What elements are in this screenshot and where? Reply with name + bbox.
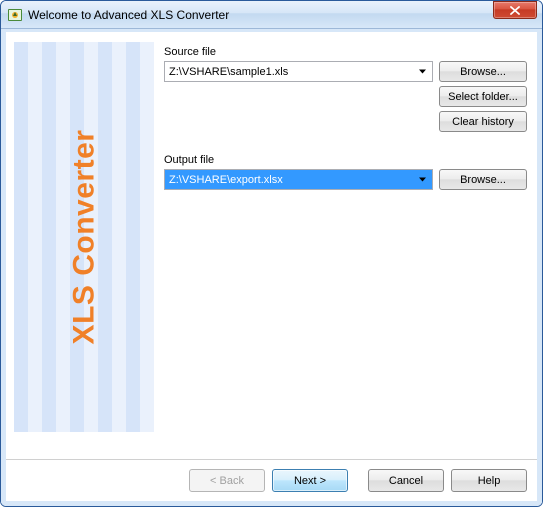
chevron-down-icon	[415, 63, 430, 80]
window-title: Welcome to Advanced XLS Converter	[28, 8, 540, 22]
source-file-value: Z:\VSHARE\sample1.xls	[169, 66, 288, 78]
clear-history-button[interactable]: Clear history	[439, 111, 527, 132]
output-browse-button[interactable]: Browse...	[439, 169, 527, 190]
source-file-group: Source file Z:\VSHARE\sample1.xls Browse…	[164, 46, 527, 132]
titlebar: Welcome to Advanced XLS Converter	[1, 1, 542, 29]
main-panel: Source file Z:\VSHARE\sample1.xls Browse…	[164, 42, 527, 459]
output-file-combo[interactable]: Z:\VSHARE\export.xlsx	[164, 169, 433, 190]
output-file-group: Output file Z:\VSHARE\export.xlsx Browse…	[164, 154, 527, 190]
sidebar-banner: XLS Converter	[14, 42, 154, 432]
cancel-button[interactable]: Cancel	[368, 469, 444, 492]
source-browse-button[interactable]: Browse...	[439, 61, 527, 82]
close-button[interactable]	[493, 1, 537, 19]
output-file-label: Output file	[164, 154, 527, 166]
app-icon	[7, 7, 23, 23]
select-folder-button[interactable]: Select folder...	[439, 86, 527, 107]
next-button[interactable]: Next >	[272, 469, 348, 492]
wizard-footer: < Back Next > Cancel Help	[6, 459, 537, 501]
source-file-combo[interactable]: Z:\VSHARE\sample1.xls	[164, 61, 433, 82]
help-button[interactable]: Help	[451, 469, 527, 492]
sidebar-title: XLS Converter	[67, 130, 101, 345]
back-button: < Back	[189, 469, 265, 492]
source-file-label: Source file	[164, 46, 527, 58]
app-window: Welcome to Advanced XLS Converter XLS Co…	[0, 0, 543, 507]
client-area: XLS Converter Source file Z:\VSHARE\samp…	[1, 29, 542, 506]
output-file-value: Z:\VSHARE\export.xlsx	[169, 174, 283, 186]
chevron-down-icon	[415, 171, 430, 188]
